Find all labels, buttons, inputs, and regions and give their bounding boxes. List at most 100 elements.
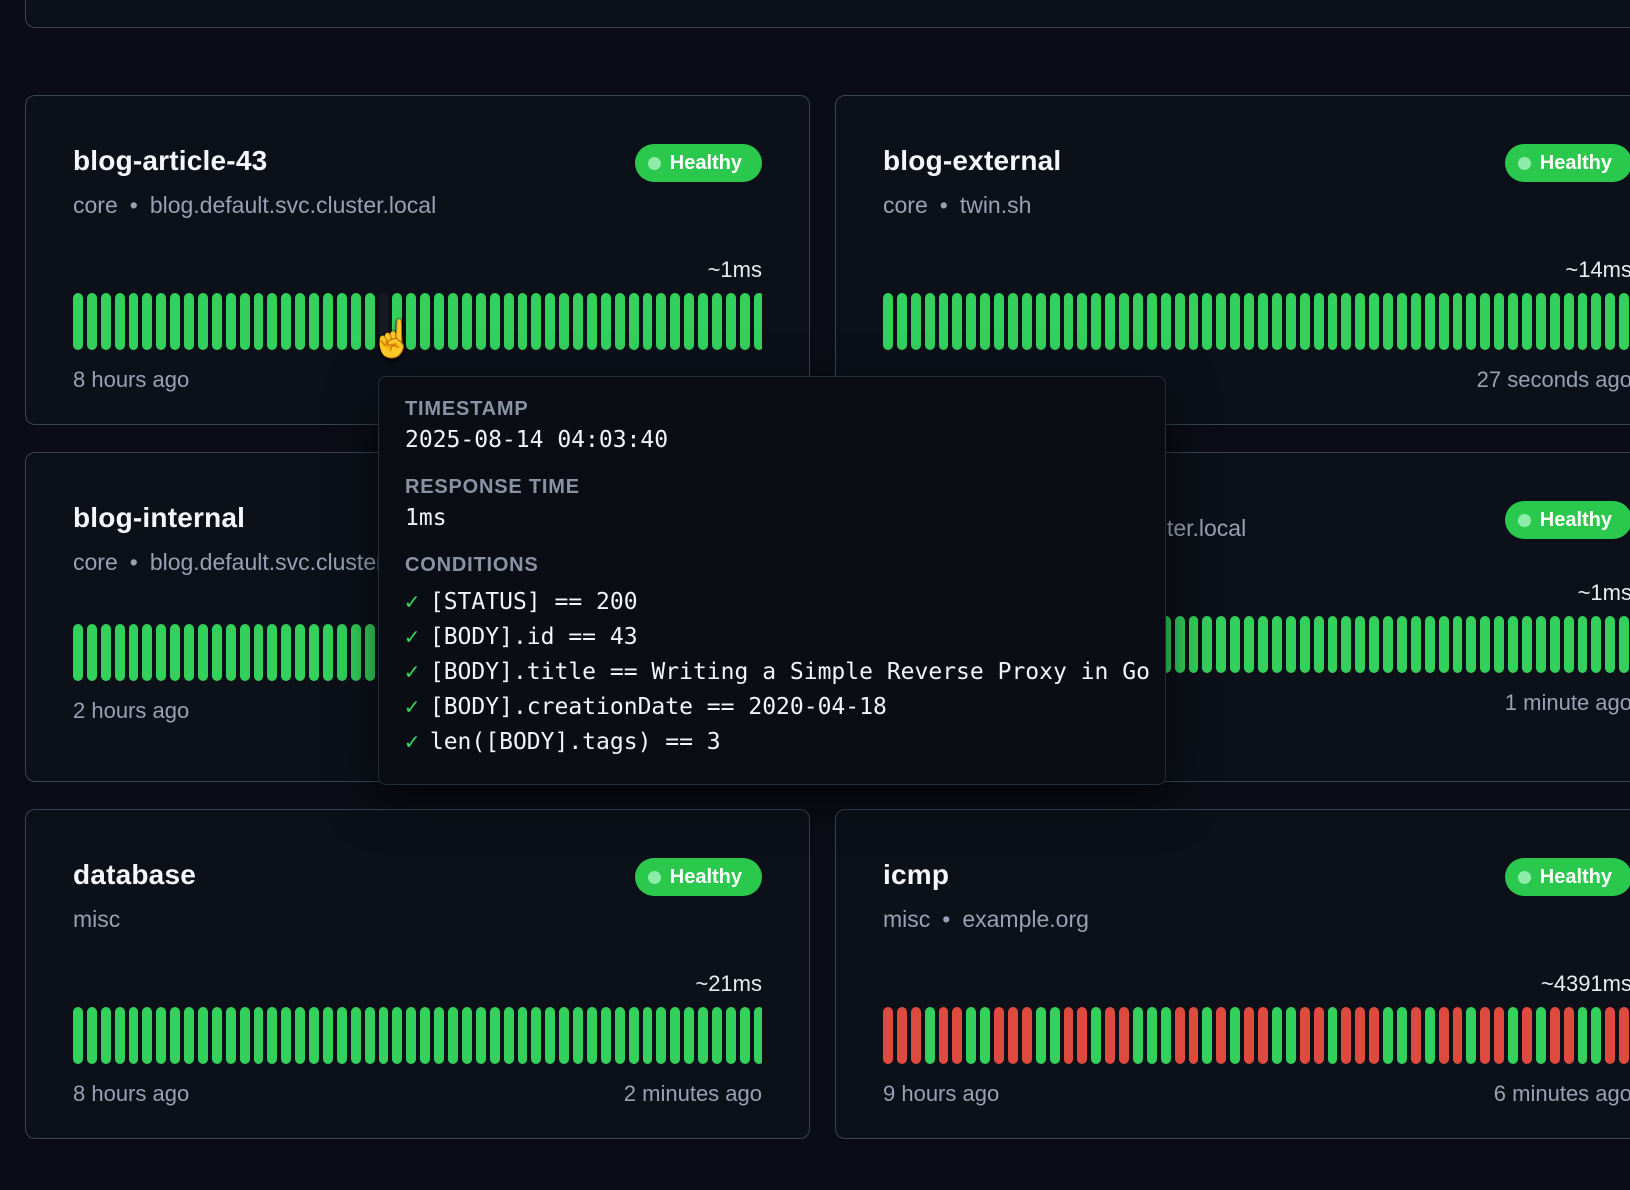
history-bar-up[interactable] [295,1007,305,1064]
history-bar-up[interactable] [1133,293,1143,350]
history-bar-up[interactable] [115,293,125,350]
history-bar-down[interactable] [911,1007,921,1064]
history-bar-up[interactable] [1147,1007,1157,1064]
history-bar-up[interactable] [254,624,264,681]
history-bar-up[interactable] [490,1007,500,1064]
history-bar-up[interactable] [198,1007,208,1064]
uptime-history-bars[interactable] [73,293,762,350]
history-bar-up[interactable] [1564,616,1574,673]
history-bar-up[interactable] [101,293,111,350]
history-bar-up[interactable] [698,293,708,350]
history-bar-up[interactable] [698,1007,708,1064]
history-bar-up[interactable] [545,293,555,350]
history-bar-up[interactable] [980,293,990,350]
history-bar-up[interactable] [726,293,736,350]
history-bar-up[interactable] [1522,616,1532,673]
history-bar-up[interactable] [1064,293,1074,350]
history-bar-up[interactable] [1286,1007,1296,1064]
history-bar-up[interactable] [212,624,222,681]
history-bar-up[interactable] [1536,616,1546,673]
history-bar-up[interactable] [420,1007,430,1064]
history-bar-up[interactable] [1369,616,1379,673]
history-bar-up[interactable] [254,1007,264,1064]
history-bar-up[interactable] [448,293,458,350]
history-bar-up[interactable] [1605,293,1615,350]
history-bar-up[interactable] [1383,293,1393,350]
history-bar-up[interactable] [365,1007,375,1064]
history-bar-up[interactable] [1091,293,1101,350]
history-bar-up[interactable] [1328,616,1338,673]
history-bar-up[interactable] [1564,293,1574,350]
history-bar-up[interactable] [240,1007,250,1064]
history-bar-up[interactable] [101,624,111,681]
uptime-history-bars[interactable] [883,293,1630,350]
history-bar-up[interactable] [601,1007,611,1064]
history-bar-up[interactable] [1036,1007,1046,1064]
history-bar-up[interactable] [559,1007,569,1064]
history-bar-up[interactable] [1161,293,1171,350]
history-bar-down[interactable] [1008,1007,1018,1064]
history-bar-up[interactable] [1202,616,1212,673]
history-bar-up[interactable] [198,624,208,681]
history-bar-up[interactable] [1050,293,1060,350]
history-bar-up[interactable] [518,1007,528,1064]
history-bar-down[interactable] [994,1007,1004,1064]
history-bar-up[interactable] [1578,616,1588,673]
history-bar-up[interactable] [1494,616,1504,673]
history-bar-up[interactable] [1591,293,1601,350]
history-bar-up[interactable] [337,624,347,681]
history-bar-up[interactable] [170,293,180,350]
history-bar-up[interactable] [1397,616,1407,673]
history-bar-down[interactable] [1411,1007,1421,1064]
history-bar-down[interactable] [1216,1007,1226,1064]
endpoint-title[interactable]: blog-external [883,144,1061,178]
history-bar-down[interactable] [1119,1007,1129,1064]
history-bar-up[interactable] [1189,293,1199,350]
history-bar-up[interactable] [184,293,194,350]
history-bar-up[interactable] [379,1007,389,1064]
history-bar-up[interactable] [726,1007,736,1064]
history-bar-up[interactable] [1341,616,1351,673]
history-bar-up[interactable] [1480,616,1490,673]
history-bar-up[interactable] [573,1007,583,1064]
history-bar-up[interactable] [1536,1007,1546,1064]
history-bar-up[interactable] [1591,1007,1601,1064]
history-bar-down[interactable] [1453,1007,1463,1064]
history-bar-up[interactable] [504,293,514,350]
history-bar-up[interactable] [883,293,893,350]
history-bar-up[interactable] [1147,293,1157,350]
history-bar-up[interactable] [115,1007,125,1064]
history-bar-up[interactable] [629,293,639,350]
history-bar-down[interactable] [1175,1007,1185,1064]
history-bar-up[interactable] [1425,1007,1435,1064]
history-bar-up[interactable] [1314,293,1324,350]
history-bar-up[interactable] [1230,616,1240,673]
history-bar-up[interactable] [267,1007,277,1064]
history-bar-up[interactable] [1230,1007,1240,1064]
history-bar-up[interactable] [952,293,962,350]
history-bar-up[interactable] [295,624,305,681]
history-bar-up[interactable] [240,293,250,350]
history-bar-up[interactable] [754,293,762,350]
history-bar-up[interactable] [129,1007,139,1064]
history-bar-up[interactable] [198,293,208,350]
history-bar-up[interactable] [115,624,125,681]
history-bar-up[interactable] [1300,616,1310,673]
history-bar-up[interactable] [1175,293,1185,350]
history-bar-down[interactable] [1341,1007,1351,1064]
history-bar-up[interactable] [392,293,402,350]
history-bar-down[interactable] [1064,1007,1074,1064]
history-bar-up[interactable] [531,1007,541,1064]
history-bar-up[interactable] [1133,1007,1143,1064]
history-bar-up[interactable] [323,624,333,681]
history-bar-up[interactable] [1300,293,1310,350]
history-bar-up[interactable] [1091,1007,1101,1064]
history-bar-up[interactable] [1508,1007,1518,1064]
history-bar-up[interactable] [87,624,97,681]
history-bar-up[interactable] [1619,293,1629,350]
history-bar-up[interactable] [1244,616,1254,673]
history-bar-up[interactable] [1355,293,1365,350]
history-bar-up[interactable] [1522,293,1532,350]
history-bar-up[interactable] [1105,293,1115,350]
history-bar-up[interactable] [966,293,976,350]
